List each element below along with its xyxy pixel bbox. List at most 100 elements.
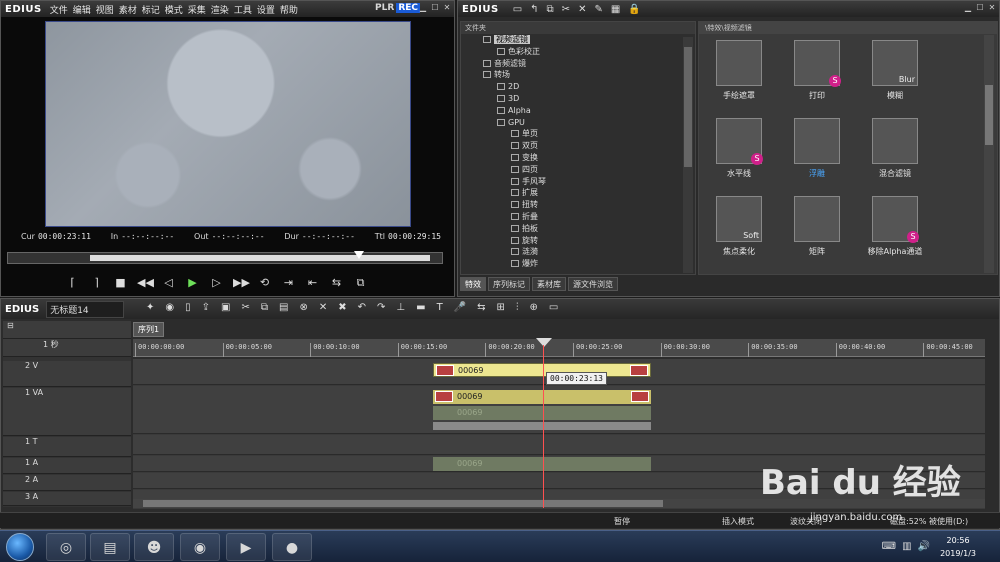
tree-node[interactable]: 扭转 — [461, 199, 695, 211]
tree-node[interactable]: 拍板 — [461, 223, 695, 235]
effect-item[interactable]: S 水平线 — [707, 118, 771, 179]
maximize-icon[interactable]: ☐ — [430, 3, 440, 13]
timeline-scroll-thumb[interactable] — [143, 500, 663, 507]
track-header[interactable]: 1 A — [3, 458, 131, 474]
paste-icon[interactable]: ▤ — [279, 302, 288, 313]
folder-icon[interactable]: ▭ — [513, 4, 522, 15]
view-icon[interactable]: ▦ — [611, 4, 620, 15]
track-options-icon[interactable]: ⊟ — [7, 321, 14, 330]
tree-node[interactable]: 色彩校正 — [461, 46, 695, 58]
tree-node[interactable]: 旋转 — [461, 235, 695, 247]
voice-icon[interactable]: 🎤 — [454, 302, 466, 313]
firefox-icon[interactable]: ◉ — [180, 533, 220, 561]
grid-scrollbar[interactable] — [984, 35, 994, 273]
tracks-icon[interactable]: ⊞ — [497, 302, 505, 313]
minimize-icon[interactable]: ▁ — [418, 3, 428, 13]
match-frame-icon[interactable]: ⇆ — [329, 275, 344, 290]
tree-node[interactable]: 音频滤镜 — [461, 58, 695, 70]
menu-item-9[interactable]: 设置 — [257, 6, 275, 16]
tree-node[interactable]: 手风琴 — [461, 176, 695, 188]
effect-item[interactable]: S 打印 — [785, 40, 849, 101]
split-icon[interactable]: ⊥ — [396, 302, 405, 313]
menu-item-2[interactable]: 视图 — [96, 6, 114, 16]
tree-node[interactable]: 单页 — [461, 128, 695, 140]
video-clip-2v[interactable]: 00069 — [433, 363, 651, 377]
undo-icon[interactable]: ↶ — [358, 302, 366, 313]
audio-clip-1va[interactable]: 00069 — [433, 406, 651, 420]
tree-node[interactable]: 扩展 — [461, 187, 695, 199]
bin-tab[interactable]: 源文件浏览 — [568, 277, 618, 291]
tree-node[interactable]: 双页 — [461, 140, 695, 152]
step-forward-icon[interactable]: ▷ — [209, 275, 224, 290]
rewind-icon[interactable]: ◀◀ — [137, 275, 154, 290]
menu-item-3[interactable]: 素材 — [119, 6, 137, 16]
track-header[interactable]: 1 T — [3, 437, 131, 457]
tree-scrollbar[interactable] — [683, 37, 693, 273]
tree-node[interactable]: GPU — [461, 117, 695, 129]
capture-icon[interactable]: ◉ — [165, 302, 174, 313]
delete-icon[interactable]: ✕ — [578, 4, 586, 15]
sliders-icon[interactable]: ⫶ — [516, 302, 519, 313]
rec-label[interactable]: REC — [396, 3, 420, 13]
close-icon[interactable]: ✕ — [442, 3, 452, 13]
loop-icon[interactable]: ⟲ — [257, 275, 272, 290]
network-icon[interactable]: ▥ — [902, 541, 911, 552]
effect-item[interactable]: S 移除Alpha通道 — [863, 196, 927, 257]
bin-maximize-icon[interactable]: ☐ — [975, 3, 985, 13]
grid-scroll-thumb[interactable] — [985, 85, 993, 145]
clock[interactable]: 20:56 2019/1/3 — [940, 534, 976, 560]
redo-icon[interactable]: ↷ — [377, 302, 385, 313]
effect-item[interactable]: 浮雕 — [785, 118, 849, 179]
tree-node[interactable]: 视频滤镜 — [461, 34, 695, 46]
menu-item-10[interactable]: 帮助 — [280, 6, 298, 16]
bin-close-icon[interactable]: ✕ — [987, 3, 997, 13]
menu-item-4[interactable]: 标记 — [142, 6, 160, 16]
bin-minimize-icon[interactable]: ▁ — [963, 3, 973, 13]
scrub-thumb[interactable] — [353, 251, 364, 259]
up-folder-icon[interactable]: ↰ — [530, 4, 538, 15]
track-header[interactable]: 2 V — [3, 361, 131, 387]
wand-icon[interactable]: ✦ — [146, 302, 154, 313]
effect-item[interactable]: Blur 模糊 — [863, 40, 927, 101]
mixer-icon[interactable]: ⇆ — [477, 302, 485, 313]
browser-360-icon[interactable]: ◎ — [46, 533, 86, 561]
tree-node[interactable]: 折叠 — [461, 211, 695, 223]
sequence-tab[interactable]: 序列1 — [133, 322, 165, 337]
volume-icon[interactable]: 🔊 — [918, 541, 930, 552]
menu-item-0[interactable]: 文件 — [50, 6, 68, 16]
menu-item-1[interactable]: 编辑 — [73, 6, 91, 16]
title-icon[interactable]: T — [437, 302, 443, 313]
tree-node[interactable]: 四页 — [461, 164, 695, 176]
scrub-track[interactable] — [90, 255, 430, 261]
tree-node[interactable]: Alpha — [461, 105, 695, 117]
menu-item-6[interactable]: 采集 — [188, 6, 206, 16]
add-clip-icon[interactable]: ⧉ — [547, 4, 554, 15]
play-icon[interactable]: ▶ — [185, 275, 200, 290]
video-clip-1va[interactable]: 00069 — [433, 390, 651, 404]
link-icon[interactable]: ⊗ — [299, 302, 307, 313]
marker-icon[interactable]: ⊕ — [529, 302, 537, 313]
mark-in-icon[interactable]: ⌈ — [65, 275, 80, 290]
scrub-bar[interactable] — [7, 251, 443, 264]
keyboard-icon[interactable]: ⌨ — [882, 541, 896, 552]
cut-clip-icon[interactable]: ✂ — [241, 302, 249, 313]
playhead-handle[interactable] — [536, 338, 552, 347]
tree-node[interactable]: 3D — [461, 93, 695, 105]
tree-node[interactable]: 爆炸 — [461, 258, 695, 270]
bin-tab[interactable]: 序列标记 — [488, 277, 530, 291]
tree-scroll-thumb[interactable] — [684, 47, 692, 167]
audio-clip-1a[interactable]: 00069 — [433, 457, 651, 471]
track-header[interactable]: 1 VA — [3, 388, 131, 436]
insert-to-timeline-icon[interactable]: ⇥ — [281, 275, 296, 290]
ripple-delete-icon[interactable]: ✕ — [319, 302, 327, 313]
fast-forward-icon[interactable]: ▶▶ — [233, 275, 250, 290]
scale-selector[interactable]: 1 秒 — [43, 340, 59, 349]
file-explorer-icon[interactable]: ▤ — [90, 533, 130, 561]
tree-node[interactable]: 变换 — [461, 152, 695, 164]
lock-icon[interactable]: 🔒 — [628, 4, 640, 15]
effect-item[interactable]: 手绘遮罩 — [707, 40, 771, 101]
plr-rec-switch[interactable]: PLR REC — [373, 3, 420, 13]
tree-node[interactable]: 转场 — [461, 69, 695, 81]
save-icon[interactable]: ▣ — [221, 302, 230, 313]
playhead-line[interactable] — [543, 345, 544, 508]
